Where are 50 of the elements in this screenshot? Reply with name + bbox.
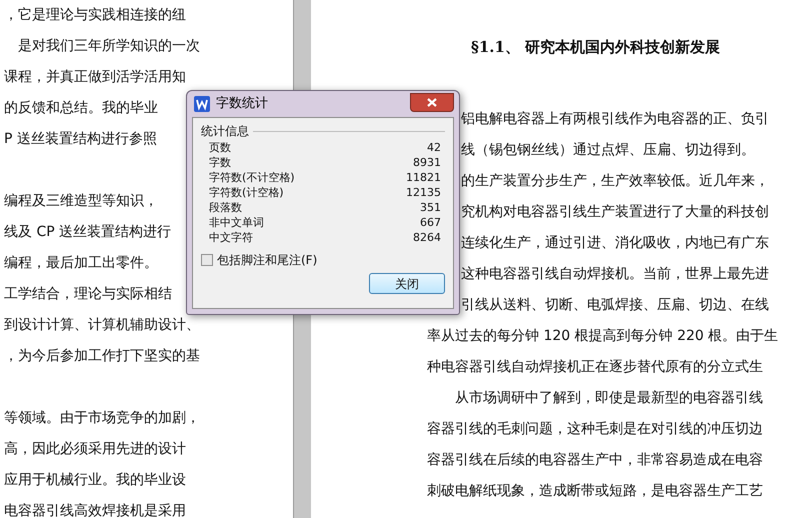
paragraph-line: 应用于机械行业。我的毕业设 bbox=[4, 471, 186, 490]
stat-label: 中文字符 bbox=[209, 230, 253, 245]
paragraph-line: 这种电容器引线自动焊接机。当前，世界上最先进 bbox=[461, 265, 770, 284]
paragraph-line: 容器引线在后续的电容器生产中，非常容易造成在电容 bbox=[427, 451, 764, 470]
paragraph-line: 编程，最后加工出零件。 bbox=[4, 254, 158, 273]
paragraph-line: 种电容器引线自动焊接机正在逐步替代原有的分立式生 bbox=[427, 358, 764, 377]
paragraph-line: 高，因此必须采用先进的设计 bbox=[4, 440, 186, 459]
paragraph-line: 课程，并真正做到活学活用知 bbox=[4, 68, 186, 87]
paragraph-line: 电容器引线高效焊接机是采用 bbox=[4, 502, 186, 518]
close-dialog-button[interactable]: 关闭 bbox=[369, 273, 445, 294]
app-logo-icon bbox=[194, 96, 210, 112]
stat-label: 段落数 bbox=[209, 200, 242, 215]
paragraph-line: 工学结合，理论与实际相结 bbox=[4, 285, 172, 304]
paragraph-line: 线及 CP 送丝装置结构进行 bbox=[4, 223, 172, 242]
paragraph-line: P 送丝装置结构进行参照 bbox=[4, 130, 157, 149]
stat-label: 字符数(不计空格) bbox=[209, 170, 295, 185]
paragraph-line: ，它是理论与实践相连接的纽 bbox=[4, 6, 186, 25]
close-icon bbox=[427, 98, 437, 106]
paragraph-line: 率从过去的每分钟 120 根提高到每分钟 220 根。由于生 bbox=[427, 327, 780, 346]
stat-value: 8264 bbox=[413, 230, 441, 245]
paragraph-line: 的生产装置分步生产，生产效率较低。近几年来， bbox=[461, 172, 770, 191]
stat-label: 字数 bbox=[209, 155, 231, 170]
paragraph-line: 编程及三维造型等知识， bbox=[4, 192, 158, 211]
paragraph-line: ，为今后参加工作打下坚实的基 bbox=[4, 347, 200, 366]
close-button[interactable] bbox=[410, 92, 454, 112]
paragraph-line: 的反馈和总结。我的毕业 bbox=[4, 99, 158, 118]
paragraph-line: 究机构对电容器引线生产装置进行了大量的科技创 bbox=[461, 203, 770, 222]
paragraph-line: 从市场调研中了解到，即使是最新型的电容器引线 bbox=[454, 389, 764, 408]
footnote-checkbox[interactable]: 包括脚注和尾注(F) bbox=[201, 251, 445, 269]
paragraph-line: 容器引线的毛刺问题，这种毛刺是在对引线的冲压切边 bbox=[427, 420, 764, 439]
paragraph-line: 是对我们三年所学知识的一次 bbox=[17, 37, 200, 56]
stat-value: 12135 bbox=[406, 185, 441, 200]
section-heading: §1.1、 研究本机国内外科技创新发展 bbox=[471, 37, 722, 58]
paragraph-line: 连续化生产，通过引进、消化吸收，内地已有广东 bbox=[461, 234, 770, 253]
group-label: 统计信息 bbox=[201, 123, 249, 140]
stat-label: 字符数(计空格) bbox=[209, 185, 284, 200]
paragraph-line: 等领域。由于市场竞争的加剧， bbox=[4, 409, 200, 428]
stat-value: 11821 bbox=[406, 170, 441, 185]
paragraph-line: 到设计计算、计算机辅助设计、 bbox=[4, 316, 200, 335]
stat-value: 667 bbox=[420, 215, 441, 230]
paragraph-line: 铝电解电容器上有两根引线作为电容器的正、负引 bbox=[461, 110, 770, 129]
stat-value: 8931 bbox=[413, 155, 441, 170]
paragraph-line: 线（锡包钢丝线）通过点焊、压扁、切边得到。 bbox=[461, 141, 756, 160]
dialog-title: 字数统计 bbox=[216, 95, 268, 114]
paragraph-line: 引线从送料、切断、电弧焊接、压扁、切边、在线 bbox=[461, 296, 770, 315]
stat-label: 页数 bbox=[209, 140, 231, 155]
stat-value: 351 bbox=[420, 200, 441, 215]
stat-value: 42 bbox=[427, 140, 441, 155]
stat-label: 非中文单词 bbox=[209, 215, 264, 230]
paragraph-line: 刺破电解纸现象，造成断带或短路，是电容器生产工艺 bbox=[427, 482, 764, 501]
